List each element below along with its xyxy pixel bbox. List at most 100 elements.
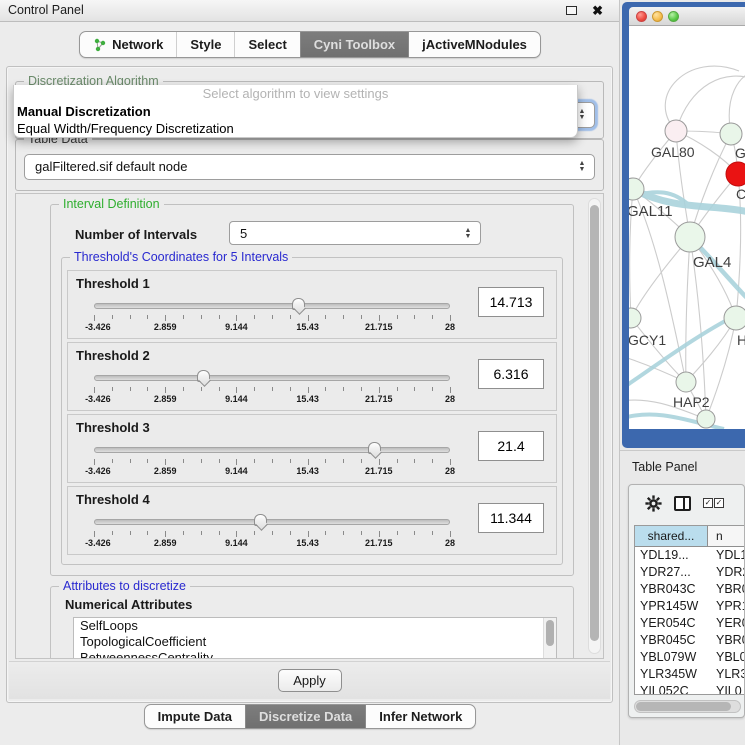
network-canvas[interactable]: GAL80 G C GAL11 GAL4 GCY1 H HAP2 <box>629 26 745 429</box>
node-h[interactable] <box>724 306 745 330</box>
threshold-value-field[interactable]: 21.4 <box>478 431 544 461</box>
tick-label: 21.715 <box>365 394 393 404</box>
node-gal80[interactable] <box>665 120 687 142</box>
tick-label: -3.426 <box>85 466 111 476</box>
cell-name: YPR1 <box>708 598 744 615</box>
slider-ticks <box>94 531 450 537</box>
interval-definition-title: Interval Definition <box>59 197 164 212</box>
close-traffic-light-icon[interactable] <box>636 11 647 22</box>
tick-label: 28 <box>445 538 455 548</box>
cell-shared-name: YBL079W <box>635 649 708 666</box>
select-all-columns-icon[interactable]: ✓✓ <box>703 498 724 508</box>
slider-tick-labels: -3.4262.8599.14415.4321.71528 <box>94 394 450 405</box>
tab-impute-data[interactable]: Impute Data <box>145 705 245 728</box>
table-row[interactable]: YIL052C YIL0 <box>635 683 744 695</box>
gear-icon[interactable] <box>645 495 662 512</box>
node-hap2[interactable] <box>676 372 696 392</box>
combo-stepper-icon[interactable]: ▲▼ <box>576 158 588 176</box>
tab-jactivemnodules[interactable]: jActiveMNodules <box>408 32 540 57</box>
slider-track[interactable] <box>94 375 450 381</box>
network-icon <box>93 38 107 52</box>
slider-ticks <box>94 387 450 393</box>
number-of-intervals-select[interactable]: 5 ▲▼ <box>229 221 481 245</box>
dropdown-option-equal-width[interactable]: Equal Width/Frequency Discretization <box>14 120 577 137</box>
algorithm-dropdown-popup: Select algorithm to view settings Manual… <box>13 85 578 138</box>
table-row[interactable]: YBR043C YBR0 <box>635 581 744 598</box>
dropdown-placeholder-option[interactable]: Select algorithm to view settings <box>14 85 577 103</box>
threshold-panel: Threshold 1 -3.4262.8599.14415.4321.7152… <box>67 270 557 339</box>
threshold-label: Threshold 1 <box>76 276 150 291</box>
thresholds-group-title: Threshold's Coordinates for 5 Intervals <box>70 250 292 265</box>
node-top-right[interactable] <box>720 123 742 145</box>
table-data-select[interactable]: galFiltered.sif default node ▲▼ <box>24 154 595 180</box>
cell-name: YIL0 <box>708 683 744 695</box>
attribute-list-item[interactable]: TopologicalCoefficient <box>74 634 556 650</box>
slider-thumb-icon[interactable] <box>292 298 305 310</box>
node-highlighted-red[interactable] <box>726 162 745 186</box>
threshold-value-field[interactable]: 6.316 <box>478 359 544 389</box>
tick-label: 21.715 <box>365 322 393 332</box>
table-horizontal-scrollbar[interactable] <box>634 700 741 713</box>
threshold-label: Threshold 2 <box>76 348 150 363</box>
threshold-label: Threshold 4 <box>76 492 150 507</box>
tab-cyni-toolbox[interactable]: Cyni Toolbox <box>300 32 408 57</box>
table-row[interactable]: YBR045C YBR0 <box>635 632 744 649</box>
table-row[interactable]: YDR27... YDR2 <box>635 564 744 581</box>
threshold-list: Threshold 1 -3.4262.8599.14415.4321.7152… <box>67 270 557 560</box>
node-gcy1[interactable] <box>629 308 641 328</box>
attributes-scrollbar[interactable] <box>543 618 556 659</box>
tick-label: 9.144 <box>225 538 248 548</box>
node-gal4[interactable] <box>675 222 705 252</box>
apply-button[interactable]: Apply <box>278 669 342 692</box>
combo-stepper-icon[interactable]: ▲▼ <box>462 225 474 243</box>
apply-row: Apply <box>9 661 610 699</box>
tab-network[interactable]: Network <box>80 32 176 57</box>
thresholds-group: Threshold's Coordinates for 5 Intervals … <box>61 257 563 565</box>
float-window-icon[interactable] <box>566 6 577 15</box>
table-row[interactable]: YBL079W YBL0 <box>635 649 744 666</box>
tick-label: 9.144 <box>225 394 248 404</box>
node-label-c-partial: C <box>736 186 745 202</box>
tab-infer-network[interactable]: Infer Network <box>365 705 475 728</box>
slider-thumb-icon[interactable] <box>368 442 381 454</box>
slider-track[interactable] <box>94 447 450 453</box>
tab-select[interactable]: Select <box>234 32 299 57</box>
number-of-intervals-label: Number of Intervals <box>75 227 197 242</box>
panel-divider <box>620 450 745 451</box>
settings-scrollbar[interactable] <box>588 198 601 654</box>
close-icon[interactable]: ✖ <box>592 1 603 21</box>
cell-name: YBL0 <box>708 649 744 666</box>
slider-thumb-icon[interactable] <box>197 370 210 382</box>
threshold-slider: -3.4262.8599.14415.4321.71528 <box>94 443 450 481</box>
cell-name: YDR2 <box>708 564 744 581</box>
slider-track[interactable] <box>94 303 450 309</box>
threshold-value-field[interactable]: 11.344 <box>478 503 544 533</box>
table-row[interactable]: YDL19... YDL1 <box>635 547 744 564</box>
attribute-list-item[interactable]: BetweennessCentrality <box>74 650 556 659</box>
tick-label: 2.859 <box>154 394 177 404</box>
column-header-name[interactable]: n <box>708 526 744 546</box>
cell-shared-name: YLR345W <box>635 666 708 683</box>
threshold-value-field[interactable]: 14.713 <box>478 287 544 317</box>
column-header-shared-name[interactable]: shared... <box>635 526 708 546</box>
tab-discretize-data[interactable]: Discretize Data <box>245 705 365 728</box>
cyni-bottom-tabs: Impute DataDiscretize DataInfer Network <box>0 704 620 729</box>
slider-thumb-icon[interactable] <box>254 514 267 526</box>
table-header-row: shared... n <box>635 526 744 547</box>
column-settings-icon[interactable] <box>674 496 691 511</box>
dropdown-option-manual[interactable]: Manual Discretization <box>14 103 577 120</box>
threshold-slider: -3.4262.8599.14415.4321.71528 <box>94 371 450 409</box>
numerical-attributes-list[interactable]: SelfLoopsTopologicalCoefficientBetweenne… <box>73 617 557 659</box>
table-row[interactable]: YER054C YER0 <box>635 615 744 632</box>
minimize-traffic-light-icon[interactable] <box>652 11 663 22</box>
table-row[interactable]: YPR145W YPR1 <box>635 598 744 615</box>
attribute-list-item[interactable]: SelfLoops <box>74 618 556 634</box>
tab-style[interactable]: Style <box>176 32 234 57</box>
cell-shared-name: YIL052C <box>635 683 708 695</box>
slider-track[interactable] <box>94 519 450 525</box>
node-bottom[interactable] <box>697 410 715 428</box>
zoom-traffic-light-icon[interactable] <box>668 11 679 22</box>
table-row[interactable]: YLR345W YLR3 <box>635 666 744 683</box>
interval-definition-group: Interval Definition Number of Intervals … <box>50 204 574 576</box>
threshold-panel: Threshold 3 -3.4262.8599.14415.4321.7152… <box>67 414 557 483</box>
